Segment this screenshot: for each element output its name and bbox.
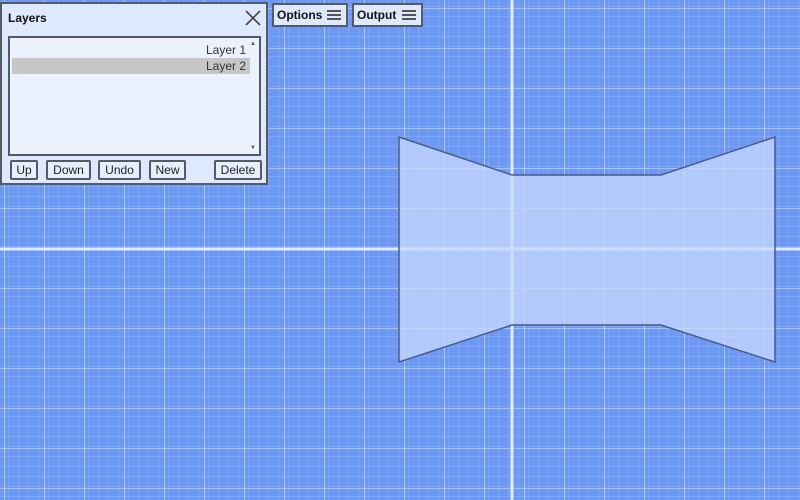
layer-item-label: Layer 2 <box>205 59 246 73</box>
layer-item-selected[interactable]: Layer 2 <box>12 58 250 74</box>
down-button[interactable]: Down <box>46 160 91 180</box>
scroll-up-arrow-icon[interactable]: ▲ <box>249 40 257 48</box>
hamburger-menu-icon <box>402 10 416 20</box>
options-menu-button[interactable]: Options <box>272 3 348 27</box>
close-icon[interactable] <box>243 8 263 28</box>
output-menu-button[interactable]: Output <box>352 3 423 27</box>
hamburger-menu-icon <box>327 10 341 20</box>
layer-item[interactable]: Layer 1 <box>12 42 250 58</box>
up-button[interactable]: Up <box>10 160 38 180</box>
layers-panel-title: Layers <box>8 11 47 25</box>
layer-list[interactable]: Layer 1 Layer 2 ▲ ▼ <box>8 36 261 156</box>
delete-button[interactable]: Delete <box>214 160 262 180</box>
output-label: Output <box>357 8 397 22</box>
scroll-down-arrow-icon[interactable]: ▼ <box>249 144 257 152</box>
layers-panel: Layers Layer 1 Layer 2 ▲ ▼ Up Down Undo … <box>0 2 268 185</box>
layer-list-scrollbar[interactable]: ▲ ▼ <box>249 40 257 152</box>
new-button[interactable]: New <box>149 160 186 180</box>
options-label: Options <box>277 8 323 22</box>
layer-item-label: Layer 1 <box>205 43 246 57</box>
undo-button[interactable]: Undo <box>98 160 141 180</box>
